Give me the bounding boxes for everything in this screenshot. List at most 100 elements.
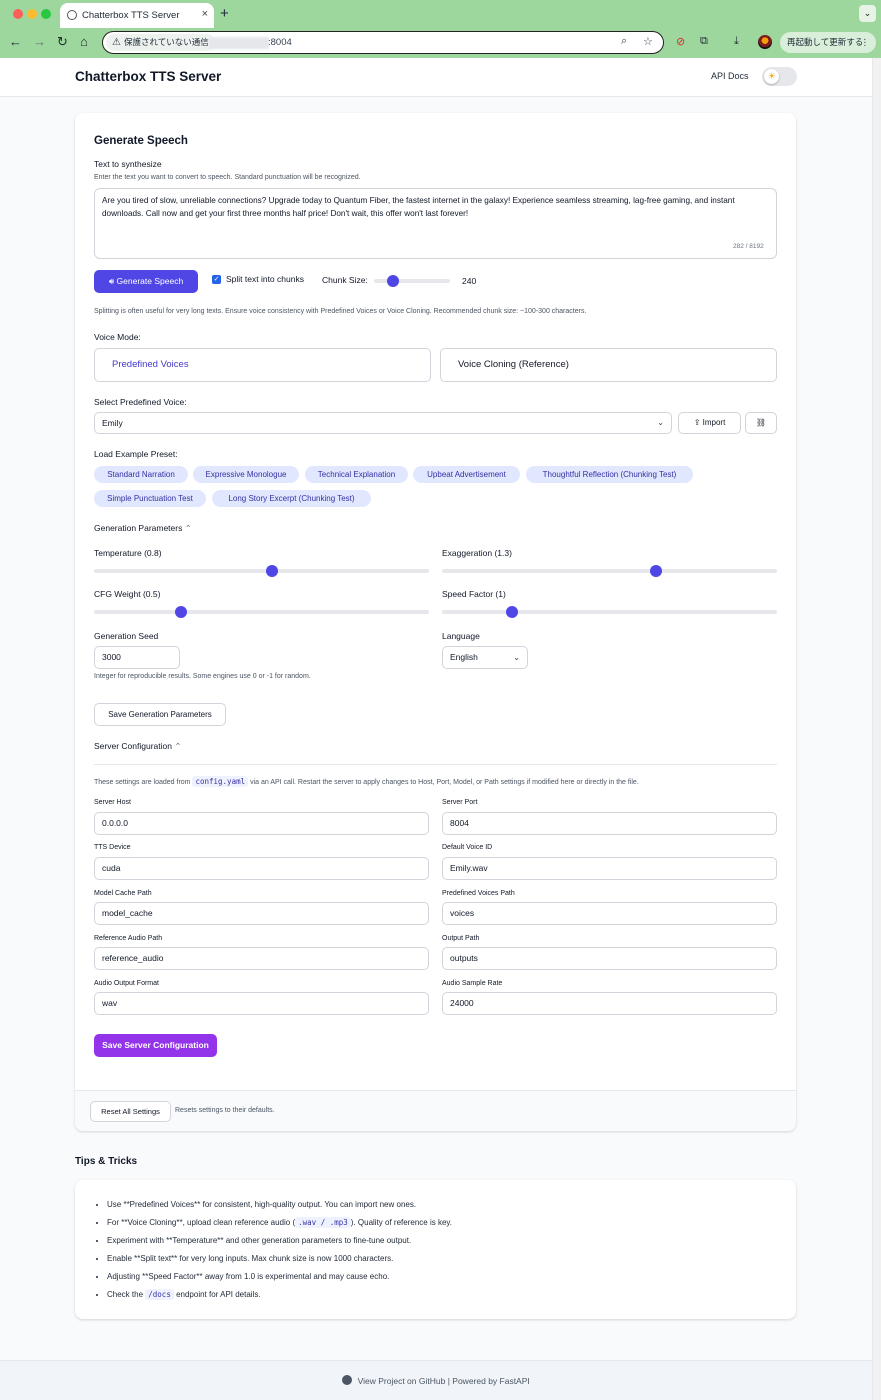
generate-speech-title: Generate Speech	[94, 135, 188, 147]
download-icon[interactable]: ⤓	[734, 35, 739, 48]
theme-toggle[interactable]: ☀	[762, 67, 797, 86]
new-tab-button[interactable]: +	[220, 5, 229, 22]
address-bar[interactable]: ⚠ 保護されていない通信 :8004 ⌕ ☆	[102, 31, 664, 54]
maximize-window-button[interactable]	[41, 9, 51, 19]
server-config-help-suffix: via an API call. Restart the server to a…	[250, 779, 639, 786]
output-path-label: Output Path	[442, 935, 480, 942]
import-label: Import	[702, 418, 726, 427]
default-voice-id-label: Default Voice ID	[442, 844, 493, 851]
tab-search-button[interactable]: ⌄	[859, 5, 876, 22]
audio-output-format-input[interactable]: wav	[94, 992, 429, 1015]
reset-all-settings-button[interactable]: Reset All Settings	[90, 1101, 171, 1122]
config-file-code: config.yaml	[192, 776, 249, 787]
audio-output-format-label: Audio Output Format	[94, 980, 159, 987]
cfg-weight-slider[interactable]	[94, 606, 429, 618]
card-footer: Reset All Settings Resets settings to th…	[75, 1090, 796, 1131]
powered-by-fastapi[interactable]: Powered by FastAPI	[452, 1376, 529, 1386]
preset-chip[interactable]: Expressive Monologue	[193, 466, 299, 483]
forward-arrow-icon[interactable]: →	[33, 34, 46, 49]
warning-icon: ⚠	[112, 37, 121, 48]
server-host-input[interactable]: 0.0.0.0	[94, 812, 429, 835]
text-input[interactable]: Are you tired of slow, unreliable connec…	[94, 188, 777, 259]
home-icon[interactable]: ⌂	[80, 34, 88, 49]
extension-blocked-icon[interactable]: ⊘	[676, 35, 685, 48]
seed-input[interactable]: 3000	[94, 646, 180, 669]
language-select[interactable]: English ⌄	[442, 646, 528, 669]
chunk-size-slider-thumb[interactable]	[387, 275, 399, 287]
reference-audio-path-input[interactable]: reference_audio	[94, 947, 429, 970]
model-cache-path-input[interactable]: model_cache	[94, 902, 429, 925]
save-generation-params-button[interactable]: Save Generation Parameters	[94, 703, 226, 726]
seed-help: Integer for reproducible results. Some e…	[94, 673, 311, 680]
split-text-checkbox[interactable]: ✓	[212, 275, 221, 284]
predefined-voice-select[interactable]: Emily ⌄	[94, 412, 672, 434]
char-counter: 282 / 8192	[733, 243, 764, 250]
tips-title: Tips & Tricks	[75, 1156, 138, 1167]
minimize-window-button[interactable]	[27, 9, 37, 19]
chunk-size-slider[interactable]	[374, 275, 450, 287]
save-server-config-button[interactable]: Save Server Configuration	[94, 1034, 217, 1057]
tts-device-input[interactable]: cuda	[94, 857, 429, 880]
temperature-label: Temperature (0.8)	[94, 548, 162, 558]
restart-update-button[interactable]: 再起動して更新する ⋮	[780, 32, 876, 53]
speed-factor-label: Speed Factor (1)	[442, 589, 506, 599]
api-docs-link[interactable]: API Docs	[711, 71, 749, 81]
generation-params-toggle[interactable]: Generation Parameters ⌃	[94, 523, 192, 534]
speed-factor-slider-thumb[interactable]	[506, 606, 519, 618]
generation-params-title: Generation Parameters	[94, 523, 183, 533]
profile-avatar[interactable]	[758, 35, 772, 49]
speed-factor-slider[interactable]	[442, 606, 777, 618]
tip-text: Check the	[107, 1290, 144, 1299]
speaker-icon: 🔊︎	[108, 276, 115, 286]
reload-icon[interactable]: ↻	[57, 34, 68, 50]
audio-sample-rate-input[interactable]: 24000	[442, 992, 777, 1015]
close-window-button[interactable]	[13, 9, 23, 19]
voice-cloning-option[interactable]: Voice Cloning (Reference)	[440, 348, 777, 382]
app-title: Chatterbox TTS Server	[75, 69, 222, 84]
tip-text: Enable **Split text** for very long inpu…	[107, 1254, 394, 1263]
browser-menu-icon[interactable]: ⋮	[861, 32, 870, 53]
security-label: 保護されていない通信	[124, 37, 209, 47]
refresh-voices-button[interactable]: ⛓	[745, 412, 777, 434]
tip-text: Use **Predefined Voices** for consistent…	[107, 1200, 417, 1209]
page-scrollbar[interactable]	[872, 58, 881, 1400]
server-config-help-prefix: These settings are loaded from	[94, 779, 191, 786]
presets-label: Load Example Preset:	[94, 449, 178, 459]
output-path-input[interactable]: outputs	[442, 947, 777, 970]
upload-icon: ⇪	[693, 418, 701, 427]
server-config-toggle[interactable]: Server Configuration ⌃	[94, 741, 181, 752]
zoom-icon[interactable]: ⌕	[621, 35, 627, 48]
server-port-input[interactable]: 8004	[442, 812, 777, 835]
import-voice-button[interactable]: ⇪ Import	[678, 412, 741, 434]
chunk-size-label: Chunk Size:	[322, 275, 368, 285]
preset-chip[interactable]: Long Story Excerpt (Chunking Test)	[212, 490, 371, 507]
cfg-weight-slider-thumb[interactable]	[175, 606, 188, 618]
temperature-slider-thumb[interactable]	[265, 565, 278, 577]
preset-chip[interactable]: Technical Explanation	[305, 466, 408, 483]
exaggeration-slider[interactable]	[442, 565, 777, 577]
preset-chip[interactable]: Standard Narration	[94, 466, 188, 483]
voice-mode-label: Voice Mode:	[94, 332, 141, 342]
generate-speech-button[interactable]: 🔊︎ Generate Speech	[94, 270, 198, 293]
preset-chip[interactable]: Upbeat Advertisement	[413, 466, 520, 483]
bookmark-star-icon[interactable]: ☆	[643, 35, 653, 48]
preset-chip[interactable]: Simple Punctuation Test	[94, 490, 206, 507]
predefined-voices-option[interactable]: Predefined Voices	[94, 348, 431, 382]
link-icon: ⛓	[755, 418, 767, 427]
security-chip[interactable]: ⚠ 保護されていない通信	[106, 34, 215, 51]
tab-close-icon[interactable]: ×	[202, 8, 208, 20]
browser-tab[interactable]: Chatterbox TTS Server ×	[60, 3, 214, 28]
restart-label: 再起動して更新する	[787, 37, 864, 47]
extensions-puzzle-icon[interactable]: ⧉	[700, 35, 708, 48]
predefined-voice-label: Select Predefined Voice:	[94, 397, 187, 407]
github-link[interactable]: View Project on GitHub	[358, 1376, 446, 1386]
browser-tab-bar: Chatterbox TTS Server × + ⌄	[0, 0, 881, 28]
preset-chip[interactable]: Thoughtful Reflection (Chunking Test)	[526, 466, 693, 483]
chunk-size-value: 240	[462, 276, 477, 286]
exaggeration-slider-thumb[interactable]	[650, 565, 663, 577]
predefined-voices-path-input[interactable]: voices	[442, 902, 777, 925]
temperature-slider[interactable]	[94, 565, 429, 577]
language-value: English	[450, 652, 478, 662]
default-voice-id-input[interactable]: Emily.wav	[442, 857, 777, 880]
back-arrow-icon[interactable]: ←	[9, 34, 22, 49]
